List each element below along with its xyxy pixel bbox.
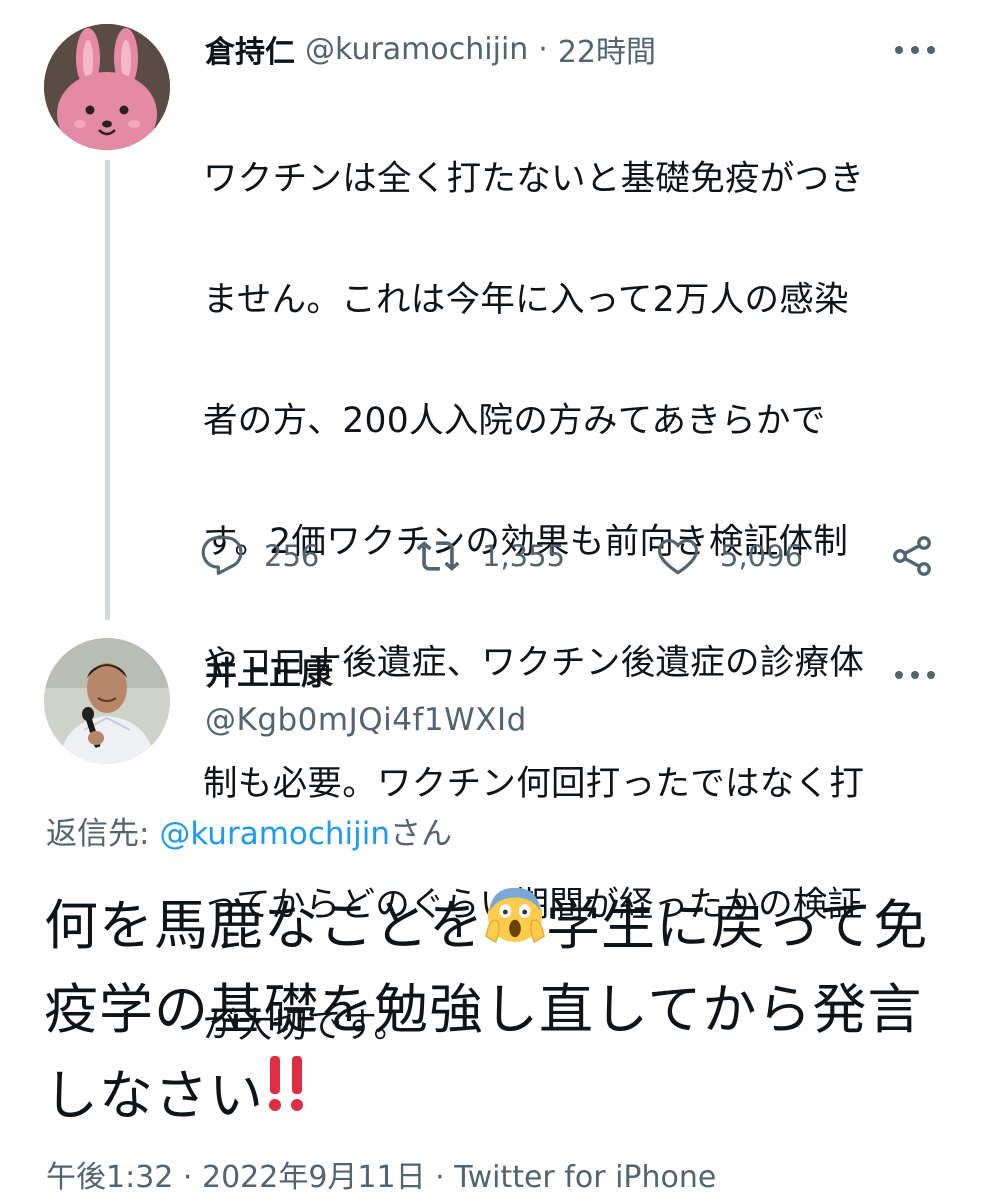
person-photo-avatar — [44, 638, 170, 764]
tweet1-action-bar: 256 1,355 5,096 — [200, 528, 950, 584]
tweet2-date[interactable]: 2022年9月11日 — [202, 1160, 426, 1195]
tweet1-more-icon[interactable] — [895, 35, 935, 65]
tweet1-timestamp[interactable]: 22時間 — [558, 27, 656, 71]
tweet1-author-handle[interactable]: @kuramochijin — [305, 32, 528, 67]
reply-count: 256 — [264, 539, 320, 573]
tweet1-text-line: 者の方、200人入院の方みてあきらかで — [203, 400, 826, 441]
tweet2-source-link[interactable]: Twitter for iPhone — [454, 1160, 716, 1195]
avatar-inoue[interactable] — [44, 638, 170, 764]
tweet2-text-part1: 何を馬鹿なことを — [44, 894, 484, 957]
tweet2-time[interactable]: 午後1:32 — [46, 1160, 173, 1195]
double-exclamation-mark-icon — [264, 1052, 310, 1138]
reply-icon — [201, 536, 243, 575]
tweet2-footer: 午後1:32 · 2022年9月11日 · Twitter for iPhone — [46, 1152, 716, 1196]
tweet1-text-line: ワクチンは全く打たないと基礎免疫がつき — [203, 158, 865, 199]
avatar-kuramochijin[interactable] — [44, 24, 170, 150]
tweet1-text-line: ません。これは今年に入って2万人の感染 — [203, 279, 849, 320]
like-count: 5,096 — [720, 539, 804, 573]
tweet2-text: 何を馬鹿なことを 学生に戻って免疫学の基礎を勉強し直してから発言しなさい — [44, 882, 944, 1138]
tweet2-author-handle[interactable]: @Kgb0mJQi4f1WXId — [205, 702, 527, 738]
tweet1-text-line: 制も必要。ワクチン何回打ったではなく打 — [203, 763, 865, 804]
thread-connector-line — [105, 160, 110, 620]
tweet1-header: 倉持仁 @kuramochijin · 22時間 — [205, 24, 656, 74]
heart-icon — [657, 539, 699, 575]
bunny-avatar-image — [44, 24, 170, 150]
replying-to-prefix: 返信先: — [46, 816, 160, 852]
retweet-button[interactable]: 1,355 — [414, 528, 565, 584]
tweet2-author-name[interactable]: 井上正康 — [205, 648, 333, 694]
separator-dot: · — [538, 31, 548, 67]
share-button[interactable] — [888, 528, 936, 584]
reply-button[interactable]: 256 — [200, 528, 319, 584]
tweet2-more-icon[interactable] — [895, 660, 935, 690]
separator-dot: · — [425, 1160, 455, 1195]
replying-to-line: 返信先: @kuramochijinさん — [46, 808, 452, 853]
replying-to-handle-link[interactable]: @kuramochijin — [159, 816, 390, 852]
retweet-count: 1,355 — [482, 539, 566, 573]
share-icon — [893, 536, 931, 576]
replying-to-suffix: さん — [390, 816, 453, 852]
face-screaming-in-fear-icon — [484, 882, 546, 968]
separator-dot: · — [173, 1160, 202, 1195]
retweet-icon — [416, 541, 460, 571]
tweet1-author-name[interactable]: 倉持仁 — [205, 27, 295, 71]
like-button[interactable]: 5,096 — [656, 528, 803, 584]
